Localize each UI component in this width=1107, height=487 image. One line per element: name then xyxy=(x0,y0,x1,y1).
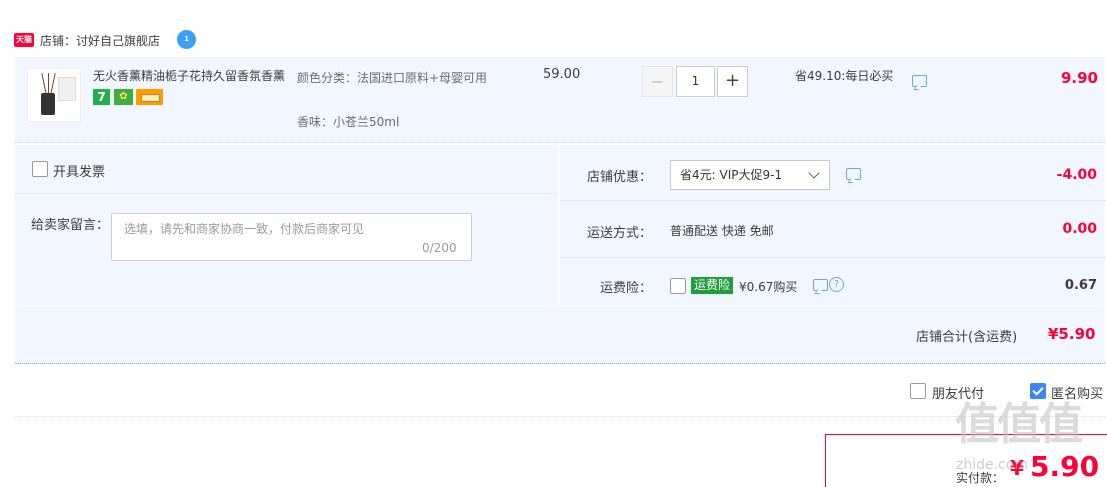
product-title-link[interactable]: 无火香薰精油栀子花持久留香氛香薰 xyxy=(93,67,291,84)
wangwang-chat-icon[interactable]: 1 xyxy=(177,30,196,49)
friend-pay-checkbox[interactable] xyxy=(910,383,926,399)
shop-promo-label: 店铺优惠： xyxy=(587,170,653,185)
insurance-badge: 运费险 xyxy=(691,277,734,294)
divider xyxy=(560,257,1105,258)
sku-scent: 香味：小苍兰50ml xyxy=(297,115,400,129)
divider xyxy=(15,416,1105,417)
shop-promo-select[interactable]: 省4元: VIP大促9-1 xyxy=(670,160,830,190)
tmall-logo: 天猫 xyxy=(14,33,34,47)
divider xyxy=(560,200,1105,201)
shop-promo-value: 省4元: VIP大促9-1 xyxy=(680,168,783,182)
item-subtotal: 9.90 xyxy=(1060,69,1098,87)
saving-text: 省49.10:每日必买 xyxy=(795,69,894,83)
invoice-checkbox[interactable] xyxy=(32,161,48,177)
sku-color: 颜色分类：法国进口原料+母婴可用 xyxy=(297,71,488,85)
pay-amount: 5.90 xyxy=(1030,450,1100,483)
message-icon[interactable] xyxy=(846,168,861,180)
quantity-input[interactable]: 1 xyxy=(676,66,715,97)
product-thumbnail[interactable] xyxy=(27,68,81,122)
quantity-decrease-button[interactable]: − xyxy=(642,66,673,97)
watermark-text: zhide.com xyxy=(956,457,1028,473)
memo-textarea[interactable] xyxy=(111,213,472,261)
shop-promo-amount: -4.00 xyxy=(1056,167,1097,183)
shop-total-label: 店铺合计(含运费) xyxy=(916,330,1018,345)
insurance-checkbox[interactable] xyxy=(670,278,686,294)
shop-total-value: ¥5.90 xyxy=(1048,325,1096,343)
delivery-amount: 0.00 xyxy=(1062,221,1097,237)
delivery-label: 运送方式： xyxy=(587,226,653,241)
insurance-price: ¥0.67购买 xyxy=(739,280,798,294)
memo-char-count: 0/200 xyxy=(422,241,457,255)
shop-name[interactable]: 店铺：讨好自己旗舰店 xyxy=(40,32,160,49)
quantity-increase-button[interactable]: + xyxy=(717,66,748,97)
message-icon[interactable] xyxy=(813,279,828,291)
seven-day-return-icon: 7 xyxy=(93,89,110,105)
memo-label: 给卖家留言： xyxy=(31,218,110,233)
message-icon[interactable] xyxy=(912,75,927,87)
help-icon[interactable]: ? xyxy=(829,277,844,292)
guarantee-icon: ✿ xyxy=(114,89,133,105)
delivery-value: 普通配送 快递 免邮 xyxy=(670,224,774,238)
insurance-amount: 0.67 xyxy=(1064,278,1097,293)
watermark-logo: 值值值 xyxy=(955,399,1083,450)
credit-card-icon xyxy=(136,89,163,105)
insurance-label: 运费险： xyxy=(600,281,653,296)
invoice-label[interactable]: 开具发票 xyxy=(53,161,105,180)
unit-price: 59.00 xyxy=(543,67,581,82)
chevron-down-icon xyxy=(808,167,820,179)
